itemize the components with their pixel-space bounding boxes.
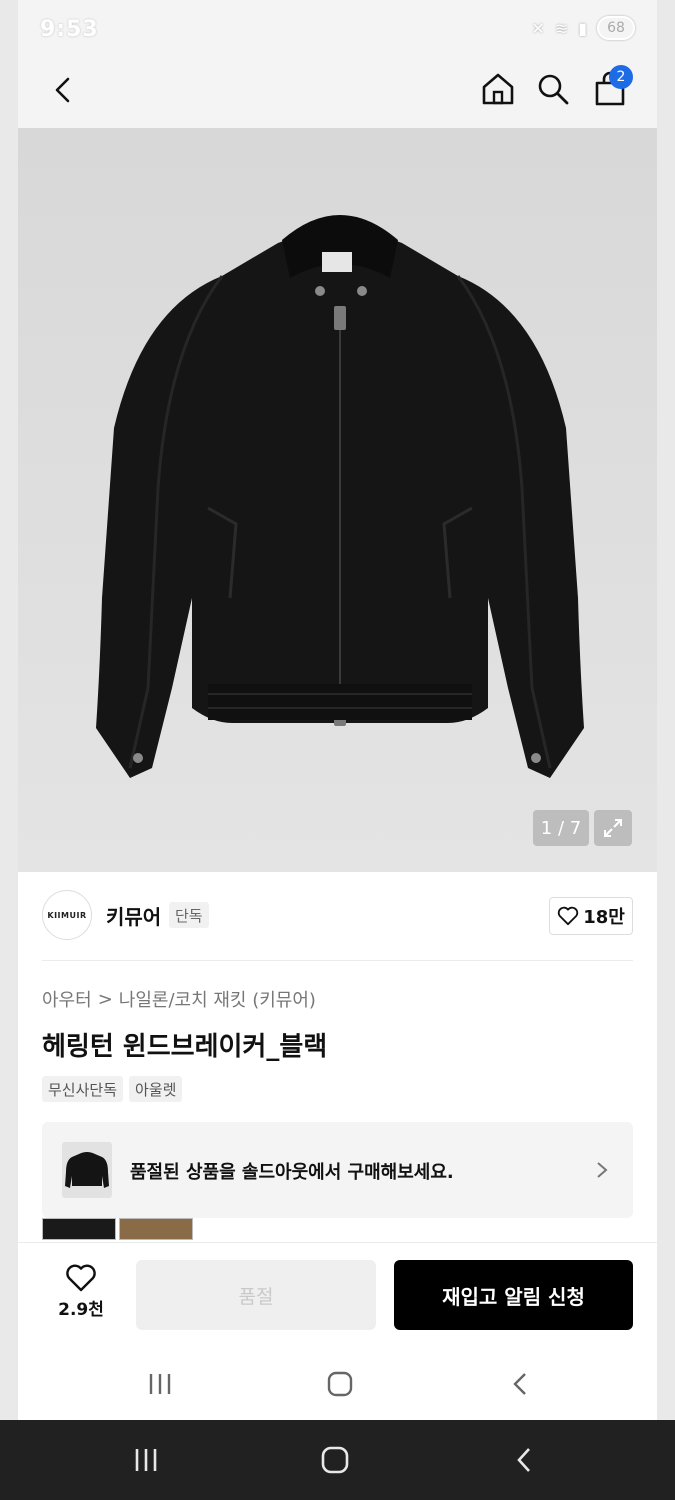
system-recents-icon[interactable] — [124, 1442, 168, 1478]
mute-icon: ✕ — [531, 18, 545, 38]
swatch-brown[interactable] — [119, 1218, 193, 1240]
color-swatches — [42, 1218, 193, 1240]
jacket-illustration — [96, 215, 584, 778]
tag-musinsa-exclusive: 무신사단독 — [42, 1076, 124, 1102]
swatch-black[interactable] — [42, 1218, 116, 1240]
product-title: 헤링턴 윈드브레이커_블랙 — [42, 1032, 328, 1062]
home-icon[interactable] — [478, 69, 518, 109]
brand-like-button[interactable]: 18만 — [549, 897, 633, 935]
status-bar: 9:53 ✕ ≋ ▮ 68 — [18, 0, 657, 56]
soldout-button[interactable]: 품절 — [136, 1260, 376, 1330]
app-navigation-bar — [18, 1346, 657, 1420]
soldout-banner[interactable]: 품절된 상품을 솔드아웃에서 구매해보세요. — [42, 1122, 633, 1218]
status-icons: ✕ ≋ ▮ 68 — [531, 16, 635, 40]
top-header: 2 — [18, 56, 657, 128]
soldout-message: 품절된 상품을 솔드아웃에서 구매해보세요. — [130, 1162, 454, 1183]
frame-right — [657, 0, 675, 1420]
exclusive-badge: 단독 — [169, 902, 209, 928]
app-screen: 9:53 ✕ ≋ ▮ 68 2 1 / 7 KIIMUIR 키뮤어 단독 18만… — [18, 0, 657, 1420]
product-tags: 무신사단독 아울렛 — [42, 1076, 183, 1102]
wifi-icon: ≋ — [554, 18, 569, 38]
brand-name[interactable]: 키뮤어 — [106, 901, 161, 930]
back-icon[interactable] — [46, 72, 82, 108]
restock-alert-button[interactable]: 재입고 알림 신청 — [394, 1260, 633, 1330]
breadcrumb-category[interactable]: 아우터 — [42, 986, 92, 1012]
bottom-action-bar: 2.9천 품절 재입고 알림 신청 — [18, 1242, 657, 1346]
breadcrumb: 아우터 > 나일론/코치 재킷 (키뮤어) — [42, 986, 316, 1012]
heart-icon — [66, 1264, 96, 1292]
system-home-icon[interactable] — [313, 1442, 357, 1478]
wish-button[interactable]: 2.9천 — [44, 1263, 118, 1327]
image-counter: 1 / 7 — [533, 810, 589, 846]
status-time: 9:53 — [40, 17, 99, 42]
brand-like-count: 18만 — [583, 907, 625, 928]
chevron-right-icon — [597, 1162, 608, 1178]
battery-icon: 68 — [597, 16, 635, 40]
signal-icon: ▮ — [578, 18, 587, 38]
tag-outlet: 아울렛 — [129, 1076, 183, 1102]
frame-left — [0, 0, 18, 1420]
recents-icon[interactable] — [138, 1366, 182, 1402]
back-nav-icon[interactable] — [498, 1366, 542, 1402]
search-icon[interactable] — [533, 69, 573, 109]
breadcrumb-subcategory[interactable]: 나일론/코치 재킷 (키뮤어) — [119, 986, 316, 1012]
product-image[interactable]: 1 / 7 — [18, 128, 657, 872]
home-nav-icon[interactable] — [318, 1366, 362, 1402]
wish-count: 2.9천 — [58, 1300, 104, 1320]
system-back-icon[interactable] — [502, 1442, 546, 1478]
soldout-thumbnail — [62, 1142, 112, 1198]
system-navigation-bar — [0, 1420, 675, 1500]
divider — [42, 960, 633, 961]
expand-icon[interactable] — [594, 810, 632, 846]
brand-logo[interactable]: KIIMUIR — [42, 890, 92, 940]
cart-count-badge: 2 — [609, 65, 633, 89]
breadcrumb-separator: > — [97, 988, 113, 1010]
heart-icon — [558, 906, 579, 926]
